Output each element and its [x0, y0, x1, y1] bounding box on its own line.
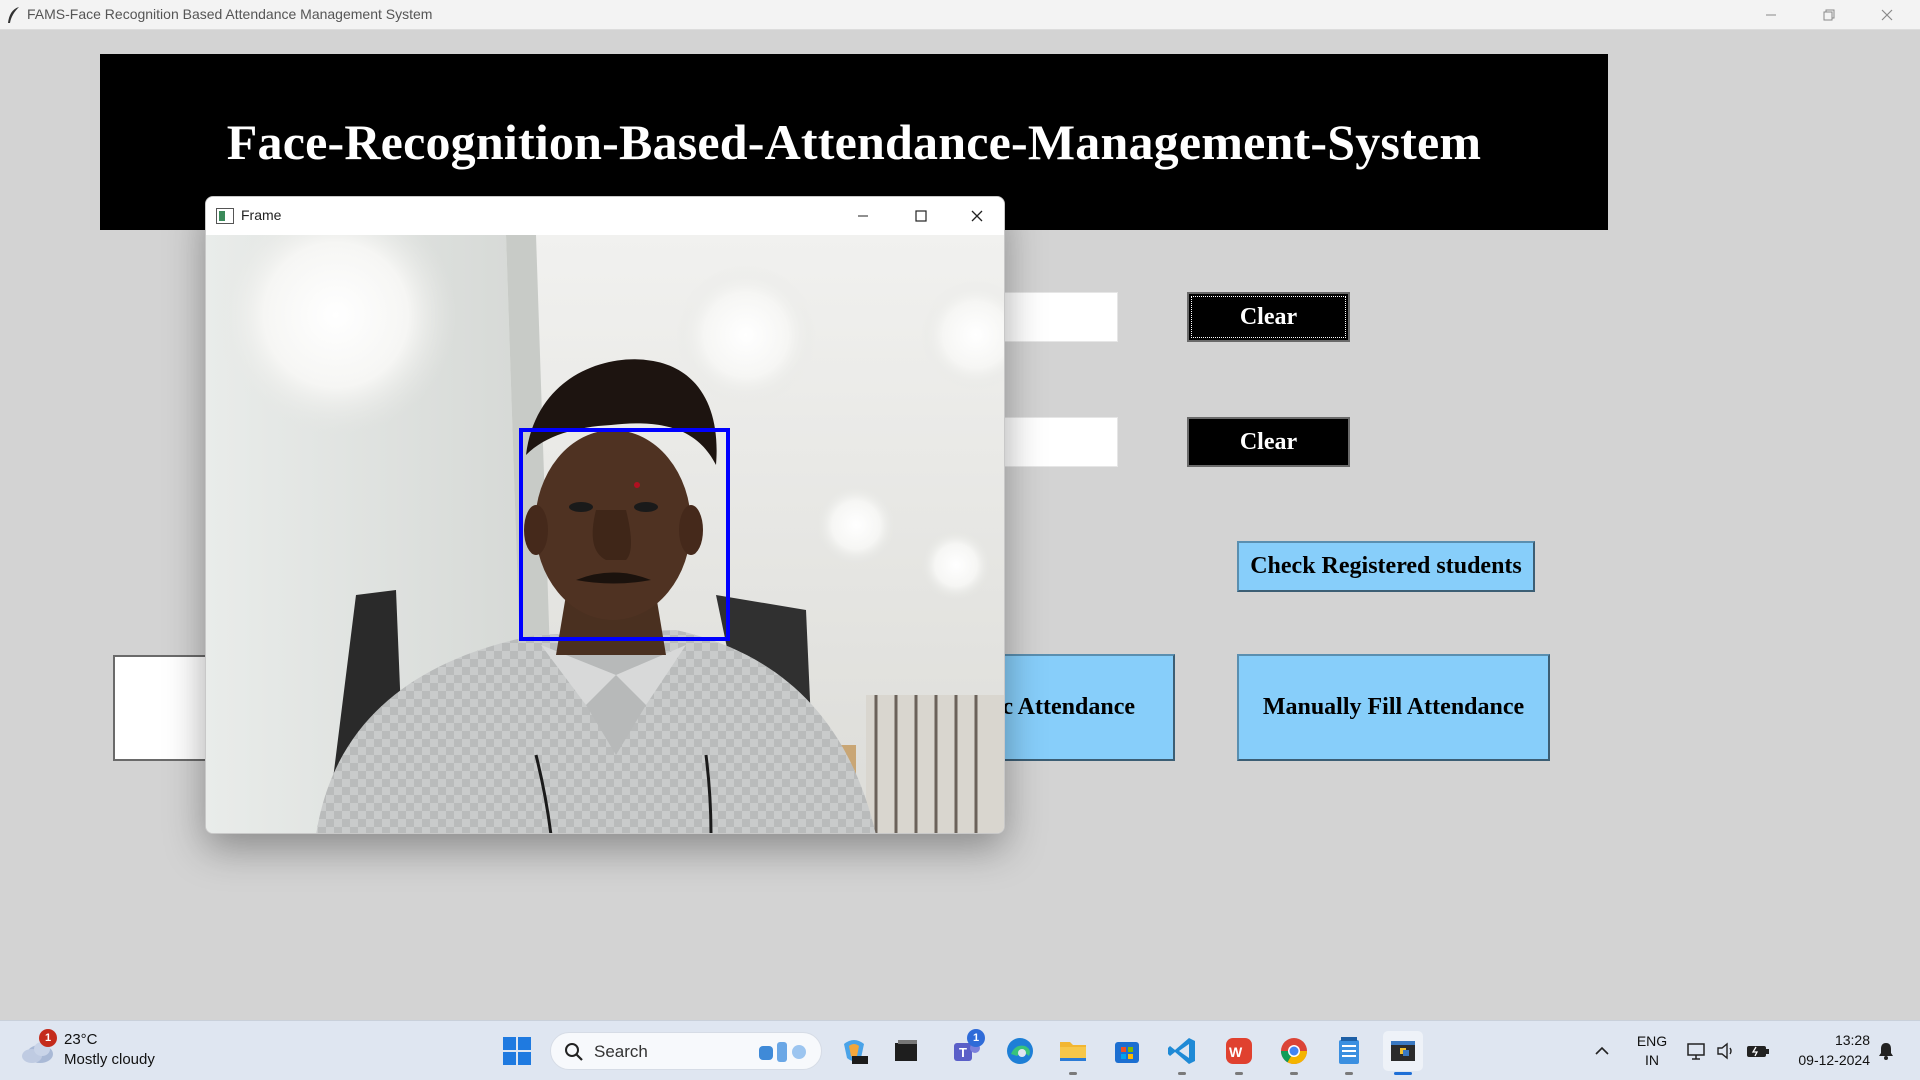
- app-titlebar: FAMS-Face Recognition Based Attendance M…: [0, 0, 1920, 30]
- restore-icon: [1823, 9, 1835, 21]
- task-view-icon: [895, 1040, 917, 1061]
- frame-window-icon: [216, 208, 234, 224]
- battery-button[interactable]: [1738, 1031, 1778, 1071]
- close-icon: [971, 210, 983, 222]
- running-indicator: [1290, 1072, 1298, 1075]
- vscode-app[interactable]: [1162, 1031, 1202, 1071]
- search-icon: [565, 1043, 583, 1061]
- show-hidden-icons-button[interactable]: [1582, 1031, 1622, 1071]
- weather-temperature: 23°C: [64, 1031, 98, 1048]
- notifications-button[interactable]: [1866, 1031, 1906, 1071]
- start-button[interactable]: [497, 1031, 537, 1071]
- running-indicator: [1178, 1072, 1186, 1075]
- search-highlight-icon: [759, 1042, 806, 1062]
- camera-feed: [206, 235, 1004, 833]
- frame-title: Frame: [241, 207, 282, 223]
- frame-close-button[interactable]: [948, 197, 1004, 235]
- chevron-up-icon: [1595, 1046, 1609, 1055]
- svg-text:W: W: [1229, 1044, 1243, 1060]
- windows-taskbar: 1 23°C Mostly cloudy Search T 1 W ENG IN…: [0, 1020, 1920, 1080]
- name-input[interactable]: [1000, 417, 1118, 467]
- running-indicator: [1069, 1072, 1077, 1075]
- network-icon: [1687, 1043, 1705, 1060]
- page-title: Face-Recognition-Based-Attendance-Manage…: [226, 114, 1482, 170]
- store-icon: [1115, 1042, 1139, 1063]
- minimize-button[interactable]: [1742, 0, 1800, 30]
- running-indicator: [1235, 1072, 1243, 1075]
- manually-fill-attendance-button[interactable]: Manually Fill Attendance: [1237, 654, 1550, 761]
- restore-button[interactable]: [1800, 0, 1858, 30]
- task-view-app[interactable]: [886, 1031, 926, 1071]
- store-app[interactable]: [1107, 1031, 1147, 1071]
- copilot-app[interactable]: [834, 1031, 874, 1071]
- search-placeholder: Search: [594, 1042, 648, 1061]
- enrollment-input[interactable]: [1000, 292, 1118, 342]
- edge-app[interactable]: [1000, 1031, 1040, 1071]
- chrome-icon: [1280, 1038, 1308, 1065]
- weather-condition: Mostly cloudy: [64, 1051, 155, 1068]
- vscode-icon: [1168, 1038, 1195, 1064]
- close-button[interactable]: [1858, 0, 1916, 30]
- python-app[interactable]: [1383, 1031, 1423, 1071]
- minimize-icon: [858, 215, 868, 217]
- notepad-icon: [1339, 1037, 1359, 1064]
- app-title: FAMS-Face Recognition Based Attendance M…: [27, 6, 433, 22]
- frame-maximize-button[interactable]: [892, 197, 950, 235]
- weather-badge: 1: [39, 1029, 57, 1047]
- taskbar-search[interactable]: Search: [550, 1032, 822, 1070]
- wps-office-icon: W: [1226, 1038, 1252, 1064]
- copilot-icon: [844, 1040, 868, 1064]
- language-indicator[interactable]: ENG: [1632, 1033, 1672, 1049]
- battery-icon: [1747, 1046, 1769, 1057]
- feather-icon: [8, 7, 19, 23]
- clock-time[interactable]: 13:28: [1780, 1032, 1870, 1048]
- active-indicator: [1394, 1072, 1412, 1075]
- python-icon: [1391, 1041, 1415, 1061]
- frame-minimize-button[interactable]: [834, 197, 892, 235]
- clock-date[interactable]: 09-12-2024: [1780, 1052, 1870, 1068]
- clear-name-button[interactable]: Clear: [1187, 417, 1350, 467]
- frame-titlebar[interactable]: Frame: [206, 197, 1004, 235]
- file-explorer-app[interactable]: [1053, 1031, 1093, 1071]
- folder-icon: [1060, 1042, 1086, 1061]
- region-indicator[interactable]: IN: [1632, 1052, 1672, 1068]
- maximize-icon: [915, 210, 927, 222]
- clear-enrollment-button[interactable]: Clear: [1187, 292, 1350, 342]
- windows-logo-icon: [503, 1037, 531, 1065]
- speaker-icon: [1717, 1042, 1732, 1060]
- check-registered-students-button[interactable]: Check Registered students: [1237, 541, 1535, 592]
- chrome-app[interactable]: [1274, 1031, 1314, 1071]
- camera-frame-window[interactable]: Frame: [205, 196, 1005, 834]
- minimize-icon: [1766, 14, 1776, 16]
- close-icon: [1881, 9, 1893, 21]
- teams-badge: 1: [967, 1029, 985, 1047]
- notepad-app[interactable]: [1329, 1031, 1369, 1071]
- edge-icon: [1007, 1038, 1033, 1064]
- wps-office-app[interactable]: W: [1219, 1031, 1259, 1071]
- svg-text:T: T: [959, 1045, 967, 1060]
- bell-icon: [1879, 1043, 1893, 1060]
- running-indicator: [1345, 1072, 1353, 1075]
